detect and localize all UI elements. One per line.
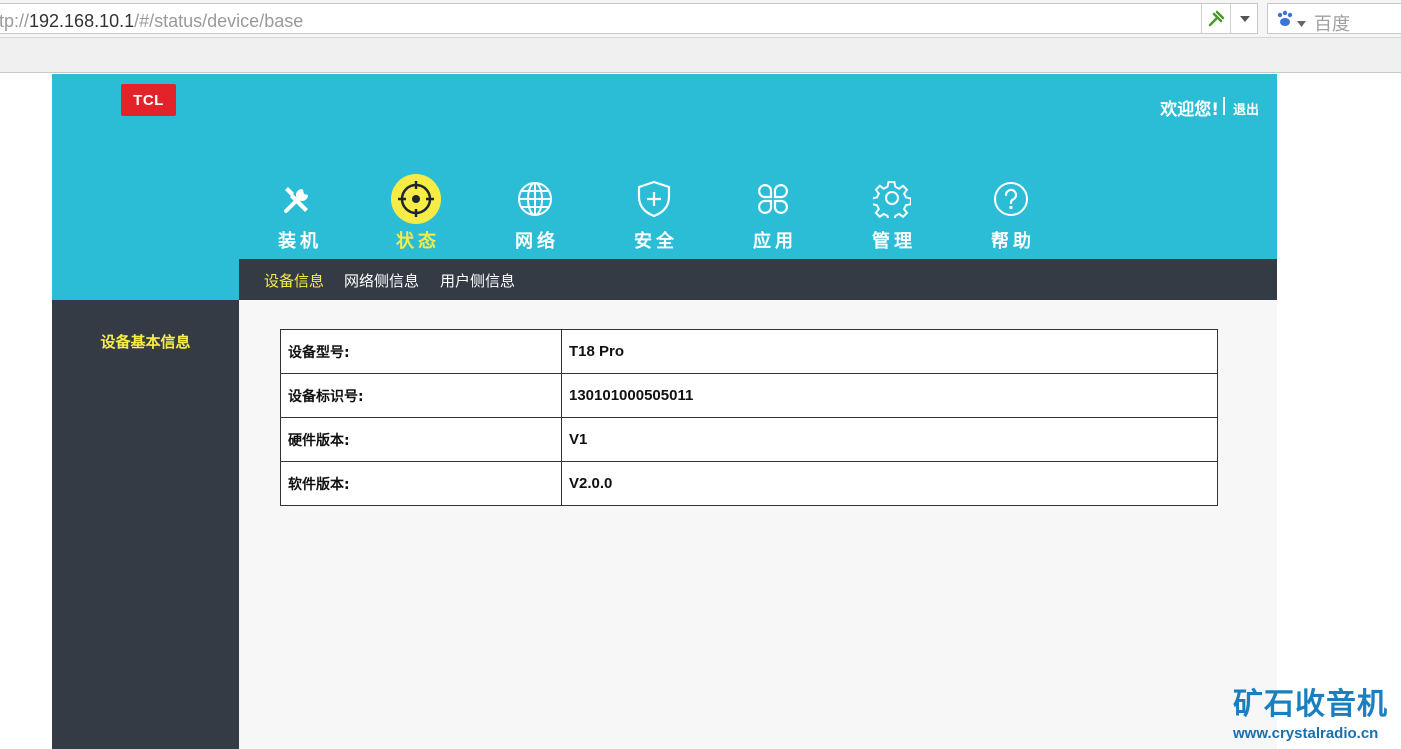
row-label: 设备标识号: — [280, 373, 562, 418]
search-placeholder: 百度 — [1314, 14, 1350, 35]
row-value: V2.0.0 — [561, 461, 1218, 506]
row-value: 130101000505011 — [561, 373, 1218, 418]
nav-item-apps[interactable]: 应用 — [723, 174, 823, 253]
router-page: TCL 欢迎您! 退出 装机 状态 网络 安全 应用 管理 帮助 设备信息 网络… — [52, 74, 1277, 749]
tools-icon — [273, 174, 323, 224]
logout-link[interactable]: 退出 — [1233, 99, 1259, 118]
welcome-text: 欢迎您! — [1160, 100, 1219, 120]
tab-user-side-info[interactable]: 用户侧信息 — [440, 270, 515, 291]
nav-item-network[interactable]: 网络 — [485, 174, 585, 253]
help-icon — [986, 174, 1036, 224]
table-row: 软件版本: V2.0.0 — [280, 461, 1218, 506]
globe-icon — [510, 174, 560, 224]
sidebar-item-device-basic-info[interactable]: 设备基本信息 — [52, 331, 239, 352]
tab-device-info[interactable]: 设备信息 — [264, 270, 324, 291]
chevron-down-icon[interactable] — [1230, 4, 1259, 33]
nav-item-status[interactable]: 状态 — [366, 174, 466, 253]
watermark-url: www.crystalradio.cn — [1233, 725, 1379, 742]
tcl-logo: TCL — [121, 84, 176, 116]
header: TCL 欢迎您! 退出 装机 状态 网络 安全 应用 管理 帮助 设备信息 网络… — [52, 74, 1277, 300]
row-value: T18 Pro — [561, 329, 1218, 374]
search-box[interactable]: 百度 — [1267, 3, 1401, 35]
nav-item-help[interactable]: 帮助 — [961, 174, 1061, 253]
sub-nav: 设备信息 网络侧信息 用户侧信息 — [239, 259, 1277, 300]
table-row: 硬件版本: V1 — [280, 417, 1218, 462]
nav-item-manage[interactable]: 管理 — [842, 174, 942, 253]
address-url[interactable]: tp://192.168.10.1/#/status/device/base — [0, 11, 303, 32]
row-label: 设备型号: — [280, 329, 562, 374]
table-row: 设备标识号: 130101000505011 — [280, 373, 1218, 418]
row-value: V1 — [561, 417, 1218, 462]
shield-plus-icon — [629, 174, 679, 224]
device-info-table: 设备型号: T18 Pro 设备标识号: 130101000505011 硬件版… — [280, 329, 1218, 506]
row-label: 软件版本: — [280, 461, 562, 506]
nav-item-security[interactable]: 安全 — [604, 174, 704, 253]
bookmarks-strip — [0, 38, 1401, 73]
status-target-icon — [391, 174, 441, 224]
gear-icon — [867, 174, 917, 224]
address-bar[interactable]: tp://192.168.10.1/#/status/device/base — [0, 3, 1258, 34]
compat-pin-icon[interactable] — [1201, 4, 1230, 33]
apps-icon — [748, 174, 798, 224]
divider — [1223, 97, 1225, 115]
sidebar: 设备基本信息 — [52, 300, 239, 749]
row-label: 硬件版本: — [280, 417, 562, 462]
browser-toolbar: tp://192.168.10.1/#/status/device/base 百… — [0, 0, 1401, 38]
watermark: 矿石收音机 www.crystalradio.cn — [1233, 687, 1388, 742]
chevron-down-icon[interactable] — [1297, 12, 1306, 31]
nav-item-install[interactable]: 装机 — [248, 174, 348, 253]
paw-icon — [1275, 9, 1295, 33]
table-row: 设备型号: T18 Pro — [280, 329, 1218, 374]
tab-network-side-info[interactable]: 网络侧信息 — [344, 270, 419, 291]
watermark-title: 矿石收音机 — [1233, 687, 1388, 722]
